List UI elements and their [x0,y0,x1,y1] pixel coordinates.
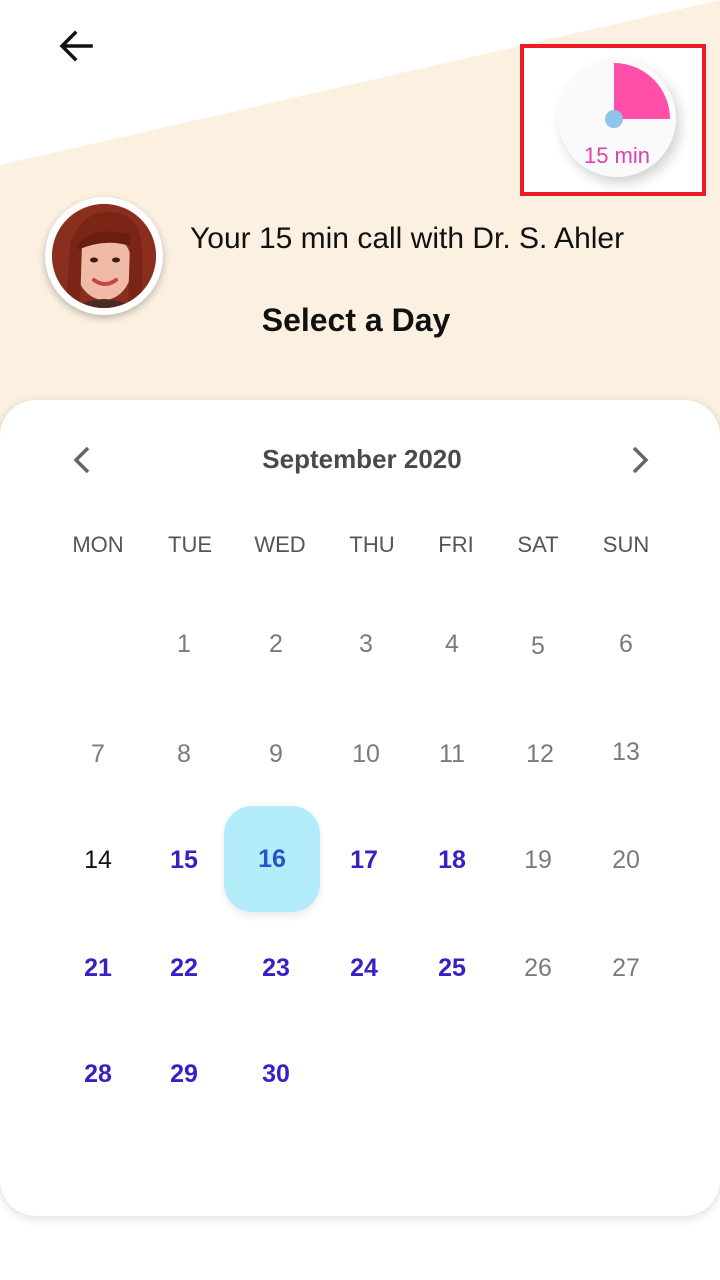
weekday-sat: SAT [517,532,559,557]
calendar-day: 9 [269,739,283,768]
doctor-avatar [45,197,163,315]
calendar-day: 3 [359,629,373,658]
timer-highlight: 15 min [520,44,706,196]
calendar-day: 26 [524,953,552,982]
calendar-day-available[interactable]: 30 [228,1021,324,1127]
calendar-day: 12 [526,739,554,768]
timer-widget[interactable]: 15 min [558,59,676,177]
calendar-day-available[interactable]: 21 [50,915,146,1021]
calendar-day: 5 [531,631,545,660]
arrow-left-icon [59,30,93,62]
calendar-day: 10 [352,739,380,768]
calendar-day-available[interactable]: 24 [316,915,412,1021]
back-button[interactable] [52,22,100,70]
calendar-day: 19 [524,845,552,874]
weekday-sun: SUN [602,532,650,557]
calendar-day-available[interactable]: 25 [404,915,500,1021]
calendar-day-available[interactable]: 28 [50,1021,146,1127]
calendar-day: 8 [177,739,191,768]
calendar-day-available[interactable]: 15 [136,807,232,913]
month-label: September 2020 [262,444,462,474]
calendar-day: 2 [269,629,283,658]
next-month-button[interactable] [618,438,662,482]
calendar-day-available[interactable]: 17 [316,807,412,913]
weekday-tue: TUE [168,532,212,557]
calendar-day-available[interactable]: 29 [136,1021,232,1127]
weekday-wed: WED [254,532,306,557]
calendar-day: 1 [177,629,191,658]
timer-label: 15 min [583,143,651,168]
weekday-mon: MON [72,532,124,557]
doctor-photo [52,204,156,308]
calendar-day-available[interactable]: 23 [228,915,324,1021]
weekday-fri: FRI [438,532,474,557]
weekday-thu: THU [349,532,395,557]
calendar-day: 6 [619,629,633,658]
calendar-card: September 2020 MON TUE WED THU FRI SAT S… [0,400,720,1216]
calendar-day-available[interactable]: 18 [404,807,500,913]
calendar-day: 20 [612,845,640,874]
calendar-day: 4 [445,629,459,658]
calendar-day: 7 [91,739,105,768]
calendar-day: 13 [612,737,640,766]
call-title: Your 15 min call with Dr. S. Ahler [190,222,625,255]
page-title: Select a Day [261,302,451,338]
calendar-day-available[interactable]: 22 [136,915,232,1021]
chevron-right-icon [632,446,649,474]
calendar-day: 11 [439,739,465,768]
calendar-day-selected[interactable]: 16 [224,806,320,912]
calendar-day: 27 [612,953,640,982]
calendar-day-today: 14 [84,845,112,874]
